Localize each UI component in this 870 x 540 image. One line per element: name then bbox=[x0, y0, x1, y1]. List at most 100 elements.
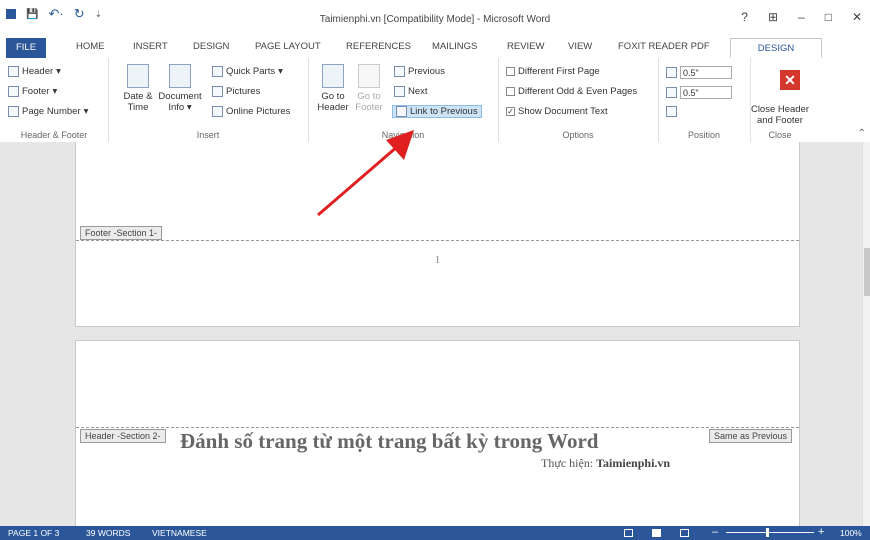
group-label: Navigation bbox=[381, 130, 425, 140]
tab-design[interactable]: DESIGN bbox=[193, 41, 229, 52]
calendar-icon bbox=[127, 64, 149, 88]
same-as-previous-tag: Same as Previous bbox=[709, 429, 793, 443]
ribbon: Header ▾ Footer ▾ Page Number ▾ Header & Fo… bbox=[0, 58, 870, 143]
page-number-button[interactable]: Page Number ▾ bbox=[8, 106, 88, 117]
language-indicator[interactable]: VIETNAMESE bbox=[152, 528, 207, 538]
header-icon bbox=[8, 66, 19, 77]
tab-references[interactable]: REFERENCES bbox=[346, 41, 411, 52]
close-icon[interactable]: ✕ bbox=[852, 10, 862, 24]
group-label: Position bbox=[687, 130, 721, 140]
title-bar: 💾 ↶· ↻ ⇣ Taimienphi.vn [Compatibility Mo… bbox=[0, 0, 870, 38]
header-position: 0.5" bbox=[666, 66, 732, 79]
different-odd-even-checkbox[interactable]: Different Odd & Even Pages bbox=[506, 86, 637, 97]
page-2: Header -Section 2- Same as Previous Đánh… bbox=[75, 340, 800, 526]
online-pictures-icon bbox=[212, 106, 223, 117]
scrollbar-thumb[interactable] bbox=[864, 248, 870, 296]
vertical-scrollbar[interactable] bbox=[862, 142, 870, 526]
footer-section-tag: Footer -Section 1- bbox=[80, 226, 163, 240]
group-navigation: Go to Header Go to Footer Previous Next … bbox=[308, 58, 499, 142]
date-time-button[interactable]: Date & Time bbox=[118, 64, 158, 113]
tab-mailings[interactable]: MAILINGS bbox=[432, 41, 477, 52]
close-header-footer-button[interactable]: Close Header and Footer bbox=[750, 104, 810, 126]
group-label: Insert bbox=[196, 130, 220, 140]
go-to-header-button[interactable]: Go to Header bbox=[316, 64, 350, 113]
next-button[interactable]: Next bbox=[394, 86, 428, 97]
help-icon[interactable]: ? bbox=[741, 10, 748, 24]
show-document-text-checkbox[interactable]: ✓ Show Document Text bbox=[506, 106, 608, 117]
group-position: 0.5" 0.5" Position bbox=[658, 58, 751, 142]
word-count[interactable]: 39 WORDS bbox=[86, 528, 130, 538]
pictures-button[interactable]: Pictures bbox=[212, 86, 260, 97]
footer-position: 0.5" bbox=[666, 86, 732, 99]
print-layout-icon[interactable] bbox=[652, 529, 661, 537]
footer-icon bbox=[8, 86, 19, 97]
link-to-previous-button[interactable]: Link to Previous bbox=[392, 105, 482, 118]
pictures-icon bbox=[212, 86, 223, 97]
next-icon bbox=[394, 86, 405, 97]
quick-parts-icon bbox=[212, 66, 223, 77]
document-info-button[interactable]: Document Info ▾ bbox=[156, 64, 204, 113]
maximize-icon[interactable]: □ bbox=[825, 10, 832, 24]
tab-file[interactable]: FILE bbox=[6, 38, 46, 58]
group-header-footer: Header ▾ Footer ▾ Page Number ▾ Header & Fo… bbox=[0, 58, 109, 142]
page-1: Footer -Section 1- 1 bbox=[75, 142, 800, 327]
zoom-level[interactable]: 100% bbox=[840, 528, 862, 538]
document-info-icon bbox=[169, 64, 191, 88]
page-number-text[interactable]: 1 bbox=[76, 254, 799, 266]
group-insert: Date & Time Document Info ▾ Quick Parts ▾… bbox=[108, 58, 309, 142]
different-first-page-checkbox[interactable]: Different First Page bbox=[506, 66, 600, 77]
tab-page-layout[interactable]: PAGE LAYOUT bbox=[255, 41, 321, 52]
group-options: Different First Page Different Odd & Eve… bbox=[498, 58, 659, 142]
go-to-header-icon bbox=[322, 64, 344, 88]
window-controls: ? ⊞ – □ ✕ bbox=[741, 10, 862, 24]
footer-button[interactable]: Footer ▾ bbox=[8, 86, 57, 97]
link-icon bbox=[396, 106, 407, 117]
minimize-icon[interactable]: – bbox=[798, 10, 805, 24]
group-label: Close bbox=[768, 130, 792, 140]
header-credit[interactable]: Thực hiện: Taimienphi.vn bbox=[541, 456, 670, 471]
zoom-out-icon[interactable]: – bbox=[712, 526, 718, 538]
header-button[interactable]: Header ▾ bbox=[8, 66, 61, 77]
tab-foxit-reader-pdf[interactable]: FOXIT READER PDF bbox=[618, 41, 710, 52]
tab-review[interactable]: REVIEW bbox=[507, 41, 544, 52]
page-count[interactable]: PAGE 1 OF 3 bbox=[8, 528, 59, 538]
close-header-footer-icon[interactable]: ✕ bbox=[780, 70, 800, 90]
previous-button[interactable]: Previous bbox=[394, 66, 445, 77]
zoom-slider[interactable] bbox=[726, 532, 814, 533]
go-to-footer-icon bbox=[358, 64, 380, 88]
zoom-in-icon[interactable]: + bbox=[818, 526, 824, 538]
read-mode-icon[interactable] bbox=[624, 529, 633, 537]
go-to-footer-button[interactable]: Go to Footer bbox=[352, 64, 386, 113]
checkbox-icon bbox=[506, 87, 515, 96]
web-layout-icon[interactable] bbox=[680, 529, 689, 537]
collapse-ribbon-icon[interactable]: ⌃ bbox=[858, 128, 866, 139]
header-from-top-icon bbox=[666, 67, 677, 78]
ribbon-display-options-icon[interactable]: ⊞ bbox=[768, 10, 778, 24]
window-title: Taimienphi.vn [Compatibility Mode] - Mic… bbox=[319, 14, 551, 25]
online-pictures-button[interactable]: Online Pictures bbox=[212, 106, 290, 117]
alignment-tab-icon bbox=[666, 106, 677, 117]
checkmark-icon: ✓ bbox=[506, 107, 515, 116]
footer-from-bottom-input[interactable]: 0.5" bbox=[680, 86, 732, 99]
footer-from-bottom-icon bbox=[666, 87, 677, 98]
previous-icon bbox=[394, 66, 405, 77]
insert-alignment-tab-button[interactable] bbox=[666, 106, 677, 117]
zoom-slider-handle[interactable] bbox=[766, 528, 769, 537]
tab-header-footer-design[interactable]: DESIGN bbox=[730, 38, 822, 58]
header-section-tag: Header -Section 2- bbox=[80, 429, 166, 443]
group-label: Options bbox=[562, 130, 594, 140]
tab-home[interactable]: HOME bbox=[76, 41, 105, 52]
header-from-top-input[interactable]: 0.5" bbox=[680, 66, 732, 79]
group-label: Header & Footer bbox=[20, 130, 88, 140]
header-heading[interactable]: Đánh số trang từ một trang bất kỳ trong … bbox=[180, 429, 598, 454]
document-area: Footer -Section 1- 1 Header -Section 2- … bbox=[0, 142, 862, 526]
quick-parts-button[interactable]: Quick Parts ▾ bbox=[212, 66, 283, 77]
page-number-icon bbox=[8, 106, 19, 117]
header-boundary bbox=[76, 427, 799, 428]
tab-view[interactable]: VIEW bbox=[568, 41, 592, 52]
ribbon-tabs: FILE HOME INSERT DESIGN PAGE LAYOUT REFE… bbox=[0, 38, 870, 59]
tab-insert[interactable]: INSERT bbox=[133, 41, 168, 52]
checkbox-icon bbox=[506, 67, 515, 76]
status-bar: PAGE 1 OF 3 39 WORDS VIETNAMESE – + 100% bbox=[0, 526, 870, 540]
footer-boundary bbox=[76, 240, 799, 241]
